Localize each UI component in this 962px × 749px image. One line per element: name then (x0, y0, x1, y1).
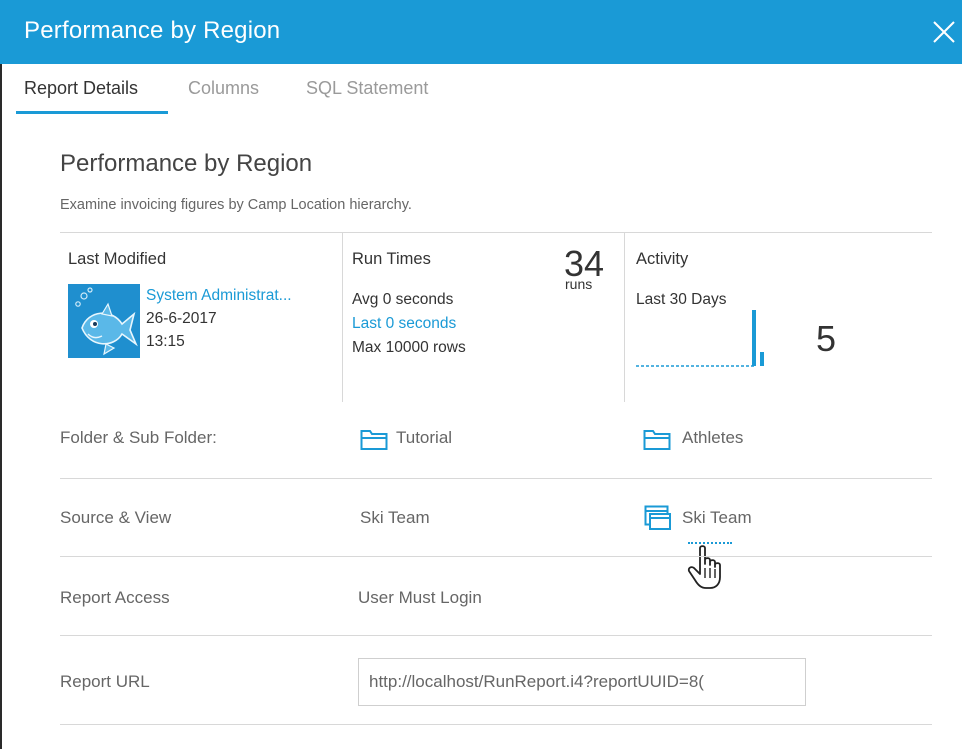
last-run-time-link[interactable]: Last 0 seconds (352, 315, 456, 333)
modified-by-user-link[interactable]: System Administrat... (146, 287, 292, 305)
report-url-label: Report URL (60, 672, 150, 691)
modified-date: 26-6-2017 (146, 310, 217, 327)
divider (624, 232, 625, 402)
run-times-label: Run Times (352, 250, 431, 268)
avatar (68, 284, 140, 358)
divider (60, 232, 932, 233)
subfolder-link-athletes[interactable]: Athletes (682, 428, 743, 448)
activity-bar (752, 310, 756, 366)
folder-link-tutorial[interactable]: Tutorial (396, 428, 452, 448)
modified-time: 13:15 (146, 333, 185, 350)
source-view-label: Source & View (60, 508, 172, 527)
activity-sparkline (636, 310, 764, 367)
tab-bar: Report Details Columns SQL Statement (0, 64, 962, 116)
dialog-title-bar: Performance by Region (0, 0, 962, 64)
divider (60, 556, 932, 557)
close-icon[interactable] (930, 18, 958, 46)
dialog-title: Performance by Region (24, 17, 281, 44)
divider (60, 478, 932, 479)
report-description: Examine invoicing figures by Camp Locati… (60, 197, 412, 213)
report-url-field[interactable] (358, 658, 806, 706)
tab-report-details[interactable]: Report Details (24, 78, 138, 99)
folder-icon (360, 427, 388, 451)
tab-sql-statement[interactable]: SQL Statement (306, 78, 428, 99)
tab-columns[interactable]: Columns (188, 78, 259, 99)
fish-avatar-icon (68, 284, 140, 358)
report-access-label: Report Access (60, 588, 170, 607)
report-access-value: User Must Login (358, 588, 482, 607)
folder-label: Folder & Sub Folder: (60, 428, 217, 447)
max-rows: Max 10000 rows (352, 339, 466, 356)
folder-icon (643, 427, 671, 451)
avg-run-time: Avg 0 seconds (352, 291, 454, 308)
active-tab-indicator (16, 111, 168, 114)
activity-label: Activity (636, 250, 689, 268)
divider (60, 635, 932, 636)
activity-count: 5 (816, 318, 837, 359)
source-name: Ski Team (360, 508, 430, 527)
runs-label: runs (565, 276, 593, 292)
last-modified-label: Last Modified (68, 250, 167, 268)
view-icon (644, 505, 672, 530)
activity-bar (760, 352, 764, 366)
hand-cursor-icon (684, 544, 728, 594)
report-name: Performance by Region (60, 150, 313, 177)
view-link-ski-team[interactable]: Ski Team (682, 508, 752, 528)
divider (60, 724, 932, 725)
divider (342, 232, 343, 402)
